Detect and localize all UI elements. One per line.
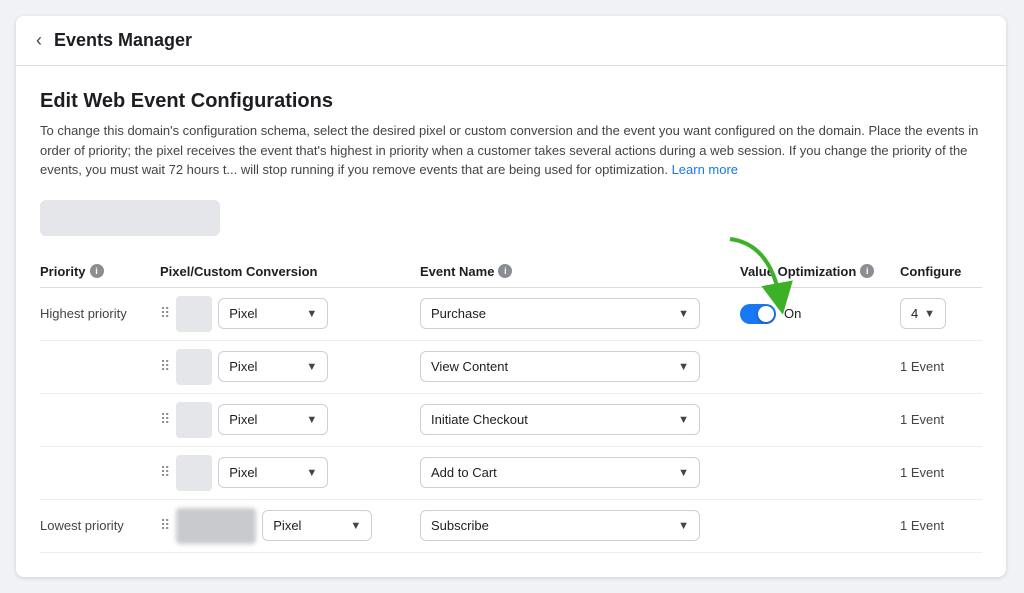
table-row: ⠿ Pixel ▼ View Content ▼ 1 Event	[40, 341, 982, 394]
col-configured: Configure	[900, 264, 980, 279]
event-count-3: 1 Event	[900, 465, 980, 480]
back-button[interactable]: ‹	[36, 30, 42, 51]
table-row: Lowest priority ⠿ Pixel ▼ Subscribe ▼	[40, 500, 982, 553]
description-text: To change this domain's configuration sc…	[40, 121, 982, 180]
event-chevron-1: ▼	[678, 361, 689, 373]
col-pixel: Pixel/Custom Conversion	[160, 264, 420, 279]
pixel-select-1[interactable]: Pixel ▼	[218, 351, 328, 382]
event-cell-2: Initiate Checkout ▼	[420, 404, 740, 435]
priority-label-4: Lowest priority	[40, 518, 160, 533]
pixel-thumb-2	[176, 402, 212, 438]
event-cell-1: View Content ▼	[420, 351, 740, 382]
pixel-chevron-3: ▼	[306, 467, 317, 479]
table-container: Priority i Pixel/Custom Conversion Event…	[40, 256, 982, 553]
event-select-1[interactable]: View Content ▼	[420, 351, 700, 382]
event-name-info-icon[interactable]: i	[498, 264, 512, 278]
header-bar: ‹ Events Manager	[16, 16, 1006, 66]
pixel-thumb-3	[176, 455, 212, 491]
pixel-chevron-4: ▼	[350, 520, 361, 532]
event-chevron-4: ▼	[678, 520, 689, 532]
section-title: Edit Web Event Configurations	[40, 90, 982, 113]
event-select-4[interactable]: Subscribe ▼	[420, 510, 700, 541]
event-chevron-3: ▼	[678, 467, 689, 479]
priority-info-icon[interactable]: i	[90, 264, 104, 278]
table-header: Priority i Pixel/Custom Conversion Event…	[40, 256, 982, 288]
event-select-3[interactable]: Add to Cart ▼	[420, 457, 700, 488]
event-chevron-0: ▼	[678, 308, 689, 320]
green-arrow	[720, 234, 800, 314]
col-priority: Priority i	[40, 264, 160, 279]
pixel-thumb-1	[176, 349, 212, 385]
table-row: Highest priority ⠿ Pixel ▼ Purchase ▼	[40, 288, 982, 341]
pixel-cell-3: ⠿ Pixel ▼	[160, 455, 420, 491]
page-title: Events Manager	[54, 30, 192, 51]
pixel-select-3[interactable]: Pixel ▼	[218, 457, 328, 488]
config-chevron-0: ▼	[924, 308, 935, 320]
event-chevron-2: ▼	[678, 414, 689, 426]
event-count-4: 1 Event	[900, 518, 980, 533]
event-count-1: 1 Event	[900, 359, 980, 374]
pixel-cell-1: ⠿ Pixel ▼	[160, 349, 420, 385]
pixel-thumb-blurred-4	[176, 508, 256, 544]
drag-handle-2[interactable]: ⠿	[160, 411, 170, 428]
configured-cell-0: 4 ▼	[900, 298, 980, 329]
pixel-select-4[interactable]: Pixel ▼	[262, 510, 372, 541]
event-select-0[interactable]: Purchase ▼	[420, 298, 700, 329]
toggle-cell-0: On	[740, 304, 900, 324]
pixel-select-0[interactable]: Pixel ▼	[218, 298, 328, 329]
pixel-cell-0: ⠿ Pixel ▼	[160, 296, 420, 332]
event-cell-4: Subscribe ▼	[420, 510, 740, 541]
drag-handle-3[interactable]: ⠿	[160, 464, 170, 481]
table-row: ⠿ Pixel ▼ Initiate Checkout ▼ 1 Event	[40, 394, 982, 447]
drag-handle-0[interactable]: ⠿	[160, 305, 170, 322]
pixel-thumb-0	[176, 296, 212, 332]
pixel-chevron-2: ▼	[306, 414, 317, 426]
pixel-cell-2: ⠿ Pixel ▼	[160, 402, 420, 438]
pixel-chevron-1: ▼	[306, 361, 317, 373]
content-area: Edit Web Event Configurations To change …	[16, 66, 1006, 577]
pixel-select-2[interactable]: Pixel ▼	[218, 404, 328, 435]
pixel-chevron-0: ▼	[306, 308, 317, 320]
event-select-2[interactable]: Initiate Checkout ▼	[420, 404, 700, 435]
drag-handle-1[interactable]: ⠿	[160, 358, 170, 375]
pixel-selector-placeholder	[40, 200, 220, 236]
event-count-2: 1 Event	[900, 412, 980, 427]
config-select-0[interactable]: 4 ▼	[900, 298, 946, 329]
pixel-cell-4: ⠿ Pixel ▼	[160, 508, 420, 544]
priority-label-0: Highest priority	[40, 306, 160, 321]
page-wrapper: ‹ Events Manager Edit Web Event Configur…	[16, 16, 1006, 577]
col-event-name: Event Name i	[420, 264, 740, 279]
drag-handle-4[interactable]: ⠿	[160, 517, 170, 534]
event-cell-3: Add to Cart ▼	[420, 457, 740, 488]
value-opt-info-icon[interactable]: i	[860, 264, 874, 278]
learn-more-link[interactable]: Learn more	[672, 162, 738, 177]
event-cell-0: Purchase ▼	[420, 298, 740, 329]
table-row: ⠿ Pixel ▼ Add to Cart ▼ 1 Event	[40, 447, 982, 500]
